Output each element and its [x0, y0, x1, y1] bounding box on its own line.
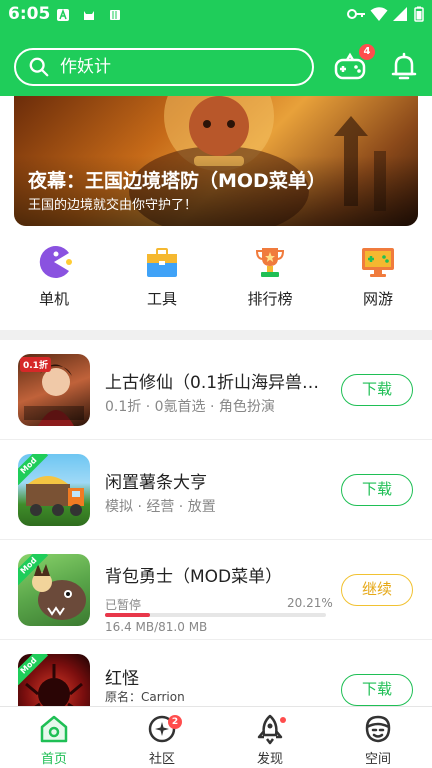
- nav-label: 社区: [148, 752, 175, 767]
- nav-space[interactable]: 空间: [338, 713, 418, 767]
- category-online[interactable]: 网游: [333, 244, 423, 309]
- discover-dot: [280, 717, 286, 723]
- nav-label: 空间: [364, 752, 391, 767]
- vpn-key-icon: [347, 9, 365, 19]
- notification-book-icon: [110, 10, 120, 20]
- community-badge: 2: [168, 715, 182, 729]
- bell-icon: [391, 52, 417, 80]
- section-divider: [0, 330, 432, 340]
- game-thumbnail: 0.1折: [18, 354, 90, 426]
- category-ranking[interactable]: 排行榜: [225, 244, 315, 309]
- game-thumbnail: Mod: [18, 454, 90, 526]
- pacman-icon: [39, 246, 72, 278]
- category-label: 单机: [38, 290, 69, 308]
- game-row[interactable]: 0.1折 上古修仙（0.1折山海异兽… 0.1折 · 0氪首选 · 角色扮演 下…: [0, 340, 432, 440]
- toolbox-icon: [147, 248, 177, 277]
- game-thumbnail: Mod: [18, 554, 90, 626]
- game-name: 上古修仙（0.1折山海异兽…: [105, 373, 320, 393]
- download-size: 16.4 MB/81.0 MB: [105, 620, 208, 634]
- category-label: 网游: [362, 290, 393, 308]
- battery-icon: [414, 6, 424, 22]
- download-button[interactable]: 下载: [341, 374, 413, 406]
- status-bar: 6:05: [0, 0, 432, 30]
- banner-title: 夜幕：王国边境塔防（MOD菜单）: [28, 170, 326, 192]
- gamepad-button[interactable]: 4: [333, 44, 375, 84]
- category-label: 排行榜: [247, 290, 293, 308]
- notification-cat-icon: [84, 11, 94, 20]
- signal-icon: [393, 7, 407, 21]
- category-tools[interactable]: 工具: [117, 244, 207, 309]
- download-button[interactable]: 下载: [341, 674, 413, 706]
- nav-label: 发现: [256, 752, 283, 767]
- game-row[interactable]: Mod 背包勇士（MOD菜单） 已暂停 20.21% 16.4 MB/81.0 …: [0, 540, 432, 640]
- search-box[interactable]: [14, 48, 314, 86]
- search-icon: [29, 57, 49, 77]
- continue-button[interactable]: 继续: [341, 574, 413, 606]
- nav-community[interactable]: 2 社区: [122, 713, 202, 767]
- nav-discover[interactable]: 发现: [230, 713, 310, 767]
- home-icon: [40, 715, 68, 743]
- banner-subtitle: 王国的边境就交由你守护了！: [28, 198, 198, 213]
- notification-a-icon: [57, 8, 69, 21]
- game-name: 红怪: [105, 669, 139, 689]
- game-tags: 0.1折 · 0氪首选 · 角色扮演: [105, 399, 275, 415]
- game-name: 闲置薯条大亨: [105, 473, 207, 493]
- game-original-name: 原名：Carrion: [105, 690, 185, 704]
- discount-badge: 0.1折: [20, 357, 51, 372]
- download-status: 已暂停: [105, 598, 142, 612]
- category-standalone[interactable]: 单机: [9, 244, 99, 309]
- status-time: 6:05: [8, 4, 51, 24]
- download-progress-bar: [105, 613, 326, 617]
- game-row[interactable]: Mod 闲置薯条大亨 模拟 · 经营 · 放置 下载: [0, 440, 432, 540]
- profile-icon: [365, 715, 391, 743]
- game-name: 背包勇士（MOD菜单）: [105, 567, 283, 587]
- gamepad-badge: 4: [359, 44, 375, 60]
- search-input[interactable]: [60, 57, 290, 77]
- trophy-icon: [255, 248, 285, 277]
- wifi-icon: [370, 7, 388, 21]
- category-label: 工具: [146, 290, 177, 308]
- download-button[interactable]: 下载: [341, 474, 413, 506]
- monitor-gamepad-icon: [362, 248, 394, 277]
- game-tags: 模拟 · 经营 · 放置: [105, 499, 216, 515]
- category-bar: 单机 工具 排行榜 网游: [0, 244, 432, 320]
- bottom-nav: 首页 2 社区 发现 空间: [0, 706, 432, 768]
- download-progress-fill: [105, 613, 150, 617]
- top-header: 6:05 4: [0, 0, 432, 96]
- featured-banner[interactable]: 夜幕：王国边境塔防（MOD菜单） 王国的边境就交由你守护了！: [14, 96, 418, 226]
- notification-button[interactable]: [387, 50, 421, 84]
- download-percent: 20.21%: [287, 596, 333, 610]
- nav-label: 首页: [40, 752, 67, 767]
- nav-home[interactable]: 首页: [14, 713, 94, 767]
